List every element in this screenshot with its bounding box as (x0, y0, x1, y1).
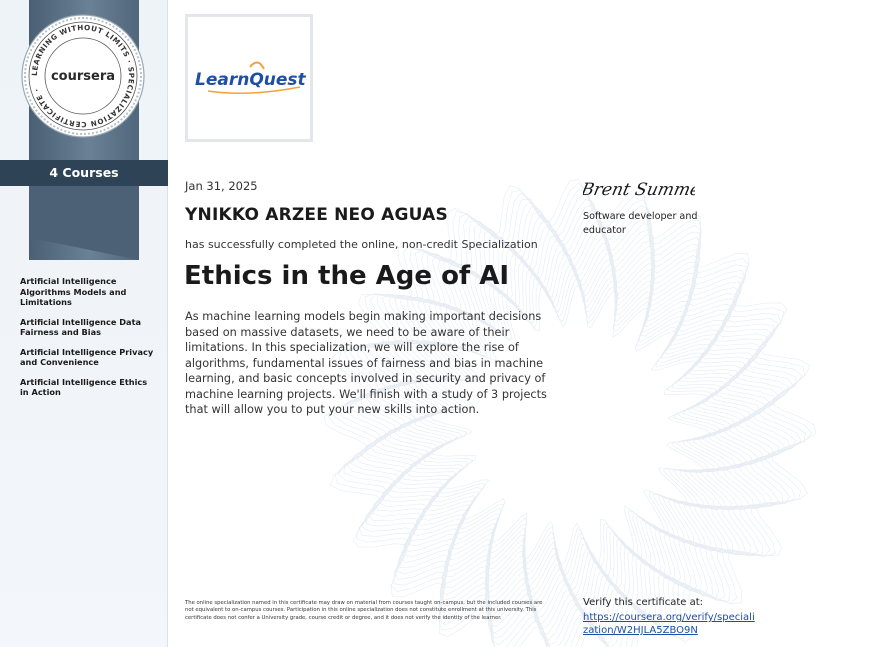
courses-count-badge: 4 Courses (0, 160, 168, 186)
specialization-description: As machine learning models begin making … (185, 310, 547, 416)
course-item: Artificial Intelligence Ethics in Action (20, 376, 148, 398)
signer-role: Software developer and educator (583, 211, 698, 236)
svg-text:Brent Summers: Brent Summers (583, 180, 695, 200)
svg-text:LearnQuest: LearnQuest (195, 70, 307, 90)
signature-image: Brent Summers (583, 180, 695, 200)
coursera-seal-icon: LEARNING WITHOUT LIMITS · SPECIALIZATION… (21, 14, 145, 138)
course-item: Artificial Intelligence Privacy and Conv… (20, 346, 154, 368)
completion-statement: has successfully completed the online, n… (185, 238, 538, 251)
course-item: Artificial Intelligence Data Fairness an… (20, 316, 142, 338)
verify-label: Verify this certificate at: (583, 597, 704, 608)
seal-brand: coursera (51, 69, 115, 84)
partner-logo: LearnQuest (185, 14, 313, 142)
course-sidebar: LEARNING WITHOUT LIMITS · SPECIALIZATION… (0, 0, 168, 647)
specialization-title: Ethics in the Age of AI (184, 261, 510, 291)
logo-part-learn: Learn (195, 70, 249, 90)
disclaimer-text: The online specialization named in this … (185, 600, 543, 621)
learner-name: YNIKKO ARZEE NEO AGUAS (185, 205, 448, 225)
course-item: Artificial Intelligence Algorithms Model… (20, 276, 127, 307)
verify-link[interactable]: https://coursera.org/verify/specializati… (583, 611, 758, 637)
course-list: Artificial Intelligence Algorithms Model… (20, 276, 155, 407)
learnquest-logo-icon: LearnQuest (195, 61, 307, 94)
issue-date: Jan 31, 2025 (185, 179, 258, 193)
